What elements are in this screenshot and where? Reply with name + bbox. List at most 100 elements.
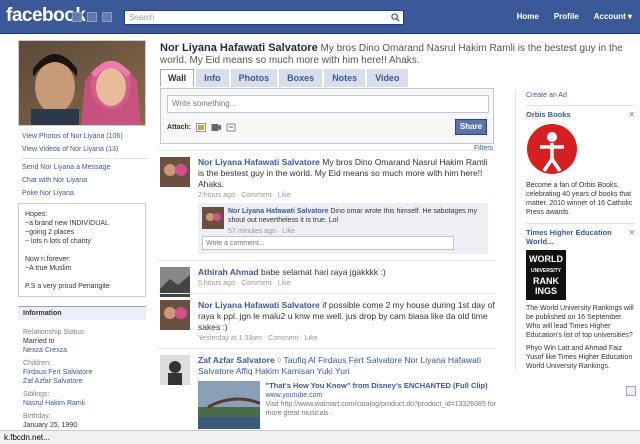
link-description: Visit http://www.walmart.com/catalog/pro…: [265, 401, 496, 417]
link-thumbnail[interactable]: [198, 381, 260, 429]
composer-input[interactable]: Write something...: [167, 95, 489, 113]
profile-actions: View Photos of Nor Liyana (106) View Vid…: [22, 130, 148, 200]
profile-name: Nor Liyana Hafawati Salvatore: [160, 42, 318, 54]
story-author[interactable]: Nor Liyana Hafawati Salvatore: [198, 300, 320, 310]
create-ad-link[interactable]: Create an Ad: [526, 92, 567, 99]
profile-picture[interactable]: [18, 40, 146, 126]
profile-header: Nor Liyana Hafawati Salvatore My bros Di…: [160, 42, 640, 67]
top-bar: facebook Search Home Profile Account ▾: [0, 0, 640, 34]
story-item: Zaf Azfar Salvatore ◊ Taufiq Al Firdaus …: [158, 348, 496, 435]
ad-fans: Phyo Win Latt and Ahmad Faiz Yusof like …: [526, 345, 633, 370]
comment-author[interactable]: Nor Liyana Hafawati Salvatore: [228, 208, 328, 215]
divider: [22, 158, 148, 159]
comment-meta: 57 minutes ago · Like: [228, 228, 295, 235]
close-icon[interactable]: ✕: [629, 228, 635, 237]
orbis-logo[interactable]: [526, 123, 635, 177]
child-link-1[interactable]: Firdaus Fert Salvatore: [23, 368, 141, 377]
scroll-icon[interactable]: [626, 386, 636, 396]
commenter-avatar[interactable]: [202, 207, 224, 229]
tab-photos[interactable]: Photos: [230, 69, 278, 87]
chat-link[interactable]: Chat with Nor Liyana: [22, 174, 148, 187]
video-attach-icon[interactable]: [211, 123, 222, 132]
information-header: Information: [18, 306, 146, 320]
tab-info[interactable]: Info: [196, 69, 229, 87]
author-avatar[interactable]: [160, 355, 190, 385]
tab-wall[interactable]: Wall: [160, 69, 195, 87]
bio-line: Now n forever:: [25, 256, 71, 263]
story-text: babe selamat hari raya jgakkkk :): [260, 267, 386, 277]
photo-attach-icon[interactable]: [196, 123, 207, 132]
sibling-link[interactable]: Nasrul Hakim Ramli: [23, 400, 85, 407]
story-meta: Yesterday at 1:33am · Comment · Like: [198, 335, 318, 342]
browser-status-bar: k.fbcdn.net...: [0, 430, 640, 444]
tag-icon: ◊: [277, 355, 282, 365]
notification-icons: [72, 12, 112, 22]
story-meta: 2 hours ago · Comment · Like: [198, 192, 291, 199]
bio-line: Hopes:: [25, 211, 48, 218]
view-photos-link[interactable]: View Photos of Nor Liyana (106): [22, 130, 148, 143]
siblings-label: Siblings:: [23, 391, 50, 398]
poke-link[interactable]: Poke Nor Liyana: [22, 187, 148, 200]
comment-box: Nor Liyana Hafawati Salvatore Dino omar …: [198, 203, 488, 254]
story-author[interactable]: Nor Liyana Hafawati Salvatore: [198, 157, 320, 167]
top-nav: Home Profile Account ▾: [517, 12, 632, 21]
close-icon[interactable]: ✕: [629, 110, 635, 119]
search-placeholder: Search: [129, 13, 155, 22]
share-button[interactable]: Share: [455, 119, 487, 135]
bio-line: P.S a very proud Penangite: [25, 283, 110, 290]
ads-column: Create an Ad Orbis Books ✕ Become a fan o…: [515, 90, 635, 371]
bio-box: Hopes: ~a brand new INDIVIDUAL ~going 2 …: [18, 203, 146, 297]
ad-text: Become a fan of Orbis Books, celebrating…: [526, 182, 633, 216]
world-rankings-logo[interactable]: WORLD UNIVERSITY RANK INGS: [526, 250, 566, 300]
author-avatar[interactable]: [160, 157, 190, 187]
story-item: Nor Liyana Hafawati Salvatore My bros Di…: [158, 150, 496, 260]
birthday-value: January 25, 1990: [23, 422, 78, 429]
comment-item: Nor Liyana Hafawati Salvatore Dino omar …: [202, 207, 484, 236]
relationship-value: Married to: [23, 338, 55, 345]
nav-profile[interactable]: Profile: [554, 12, 579, 21]
ad-times: Times Higher Education World... ✕ WORLD UN…: [526, 223, 635, 371]
attach-bar: Attach:: [167, 123, 236, 132]
view-videos-link[interactable]: View Videos of Nor Liyana (13): [22, 143, 148, 156]
birthday-label: Birthday:: [23, 413, 51, 420]
bio-line: ~ lots n lots of charity: [25, 238, 91, 245]
link-title[interactable]: "That's How You Know" from Disney's ENCH…: [266, 381, 488, 390]
search-icon[interactable]: [391, 13, 400, 22]
link-attachment: "That's How You Know" from Disney's ENCH…: [198, 381, 496, 429]
link-url[interactable]: www.youtube.com: [266, 392, 323, 399]
link-attach-icon[interactable]: [226, 123, 236, 132]
tab-boxes[interactable]: Boxes: [279, 69, 323, 87]
information-box: Information Relationship Status: Married…: [18, 306, 146, 434]
author-avatar[interactable]: [160, 300, 190, 330]
child-link-2[interactable]: Zaf Azfar Salvatore: [23, 377, 141, 386]
notifications-icon[interactable]: [102, 12, 112, 22]
story-item: Nor Liyana Hafawati Salvatore if possibl…: [158, 293, 496, 348]
ad-title[interactable]: Times Higher Education World...: [526, 228, 612, 246]
story-author[interactable]: Athirah Ahmad: [198, 267, 259, 277]
search-input[interactable]: Search: [124, 10, 404, 25]
story-author[interactable]: Zaf Azfar Salvatore: [198, 355, 275, 365]
send-message-link[interactable]: Send Nor Liyana a Message: [22, 161, 148, 174]
wall-stream: Nor Liyana Hafawati Salvatore My bros Di…: [158, 150, 496, 435]
ad-title[interactable]: Orbis Books: [526, 110, 571, 119]
relationship-label: Relationship Status:: [23, 329, 86, 336]
story-item: Athirah Ahmad babe selamat hari raya jga…: [158, 260, 496, 297]
tab-video[interactable]: Video: [367, 69, 408, 87]
ad-text: The World University Rankings will be pu…: [526, 305, 634, 339]
spouse-link[interactable]: Nexza Crexza: [23, 347, 67, 354]
comment-input[interactable]: [202, 236, 454, 250]
bio-line: ~a brand new INDIVIDUAL: [25, 220, 109, 227]
tab-notes[interactable]: Notes: [324, 69, 366, 87]
story-meta: 5 hours ago · Comment · Like: [198, 280, 291, 287]
profile-tabs: Wall Info Photos Boxes Notes Video: [160, 69, 408, 87]
bio-spacer: [25, 273, 139, 282]
attach-label: Attach:: [167, 124, 192, 131]
messages-icon[interactable]: [87, 12, 97, 22]
friend-requests-icon[interactable]: [72, 12, 82, 22]
wall-composer: Write something... Attach: Share: [160, 88, 494, 144]
ad-orbis: Orbis Books ✕ Become a fan of Orbis Books…: [526, 105, 635, 217]
bio-line: ~going 2 places: [25, 229, 75, 236]
nav-home[interactable]: Home: [517, 12, 539, 21]
bio-spacer: [25, 246, 139, 255]
nav-account[interactable]: Account ▾: [594, 12, 632, 21]
